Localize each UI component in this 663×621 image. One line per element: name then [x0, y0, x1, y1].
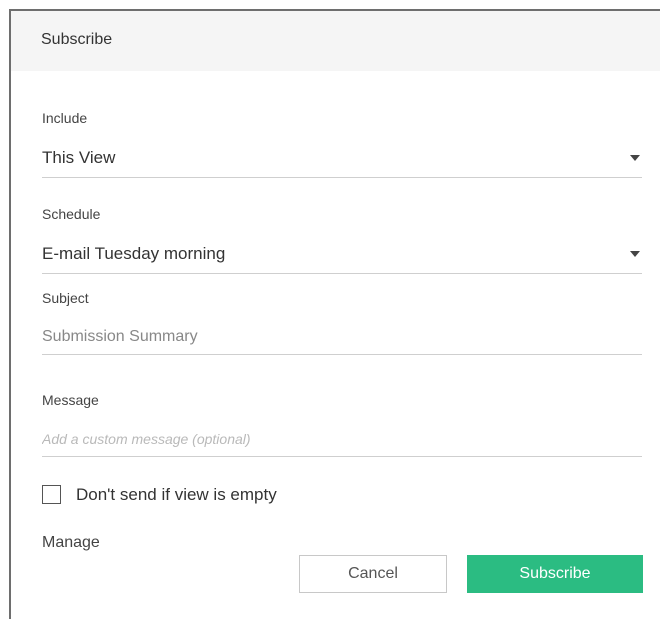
- schedule-value: E-mail Tuesday morning: [42, 244, 226, 263]
- subject-label: Subject: [42, 290, 89, 306]
- manage-link[interactable]: Manage: [42, 534, 100, 552]
- subscribe-button[interactable]: Subscribe: [467, 555, 643, 593]
- schedule-label: Schedule: [42, 206, 101, 222]
- empty-view-checkbox[interactable]: [42, 485, 61, 504]
- subscribe-dialog: Subscribe Include This View Schedule E-m…: [9, 9, 660, 619]
- include-label: Include: [42, 110, 88, 126]
- empty-view-checkbox-label: Don't send if view is empty: [76, 485, 277, 504]
- dialog-title: Subscribe: [41, 31, 113, 48]
- message-input[interactable]: [42, 422, 642, 457]
- message-label: Message: [42, 392, 99, 408]
- dialog-header: Subscribe: [11, 11, 660, 71]
- include-dropdown[interactable]: This View: [42, 143, 642, 178]
- subject-input[interactable]: [42, 320, 642, 355]
- chevron-down-icon: [630, 251, 640, 257]
- cancel-button[interactable]: Cancel: [299, 555, 447, 593]
- include-value: This View: [42, 148, 116, 167]
- chevron-down-icon: [630, 155, 640, 161]
- schedule-dropdown[interactable]: E-mail Tuesday morning: [42, 239, 642, 274]
